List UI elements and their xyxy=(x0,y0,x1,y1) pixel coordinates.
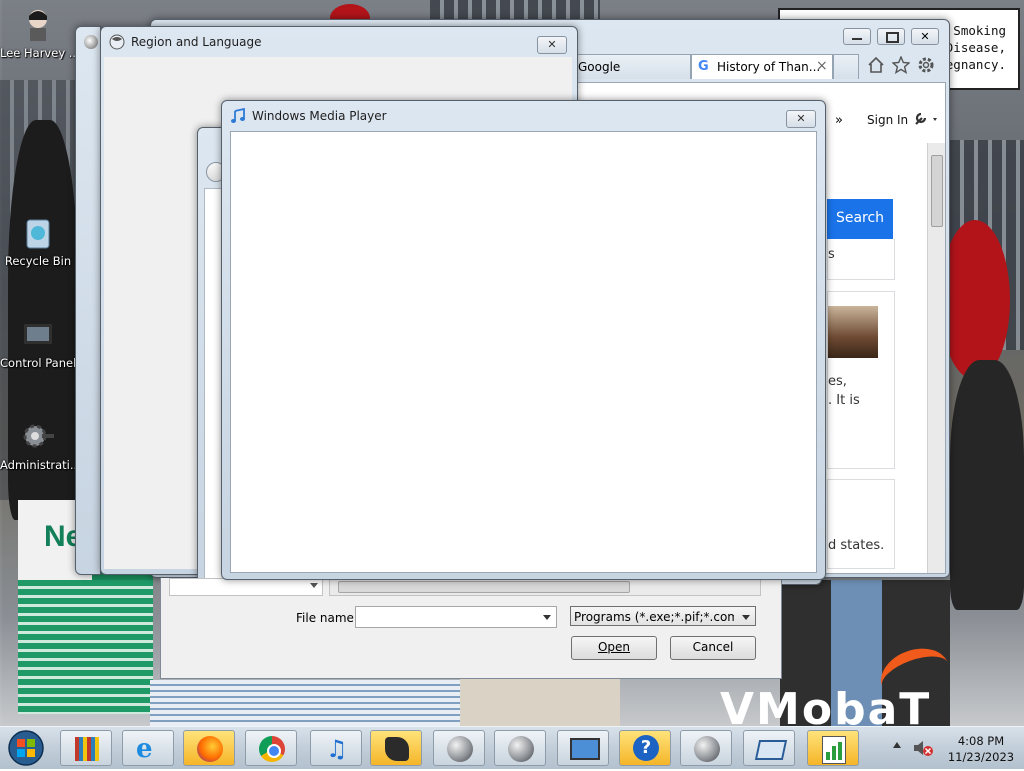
internet-explorer-button[interactable]: e xyxy=(122,730,174,766)
help-icon: ? xyxy=(633,735,659,761)
sign-in-link[interactable]: Sign In xyxy=(867,113,908,127)
globe-icon xyxy=(694,736,720,762)
desktop-icon-lee-harvey[interactable]: Lee Harvey ... xyxy=(0,6,76,60)
clock[interactable]: 4:08 PM 11/23/2023 xyxy=(944,733,1018,765)
chevron-down-icon[interactable] xyxy=(742,615,750,620)
tab-close-icon[interactable]: × xyxy=(816,58,828,74)
library-icon xyxy=(75,737,99,761)
result-card: d states. xyxy=(827,479,895,569)
region-close-button[interactable]: ✕ xyxy=(537,36,567,54)
desktop-icon-control-panel[interactable]: Control Panel xyxy=(0,316,76,370)
cancel-button[interactable]: Cancel xyxy=(670,636,756,660)
region-icon xyxy=(109,34,125,50)
desktop-icon-administrative-tools[interactable]: Administrati... xyxy=(0,418,76,472)
file-name-label: File name: xyxy=(296,611,358,625)
new-tab-button[interactable] xyxy=(833,54,859,79)
app-button-3[interactable] xyxy=(680,730,732,766)
restore-button[interactable] xyxy=(877,28,905,45)
app-button-2[interactable] xyxy=(494,730,546,766)
admin-tools-icon xyxy=(20,418,56,454)
app-button-1[interactable] xyxy=(433,730,485,766)
person-icon xyxy=(20,6,56,42)
minimize-icon xyxy=(852,38,862,40)
music-note-icon: ♫ xyxy=(326,735,348,763)
snippet-text: s xyxy=(828,247,835,262)
open-button[interactable]: Open xyxy=(571,636,657,660)
globe-icon xyxy=(447,736,473,762)
pane-strip xyxy=(169,578,323,596)
taskbar: e ♫ ? 4:08 PM 11/23/2023 xyxy=(0,726,1024,769)
windows-media-player-window: Windows Media Player ✕ xyxy=(221,100,826,580)
region-title: Region and Language xyxy=(131,35,262,49)
chrome-icon xyxy=(259,736,285,762)
paint-icon xyxy=(385,737,409,761)
scrollbar-thumb[interactable] xyxy=(338,581,630,593)
chevron-down-icon[interactable] xyxy=(543,615,551,620)
chart-icon xyxy=(822,736,846,764)
favorites-star-icon[interactable] xyxy=(891,55,911,74)
wmp-title: Windows Media Player xyxy=(252,109,387,123)
gear-icon[interactable] xyxy=(917,56,935,74)
close-icon: ✕ xyxy=(547,38,557,51)
start-button[interactable] xyxy=(4,728,48,768)
clock-date: 11/23/2023 xyxy=(947,750,1015,764)
wmp-titlebar[interactable]: Windows Media Player ✕ xyxy=(222,101,825,129)
close-icon: ✕ xyxy=(920,30,930,43)
wallpaper-speaker xyxy=(950,360,1024,610)
internet-explorer-icon: e xyxy=(136,734,153,764)
home-icon[interactable] xyxy=(867,56,885,74)
search-button[interactable]: Search xyxy=(827,199,893,239)
result-thumbnail[interactable] xyxy=(828,306,878,358)
music-note-icon xyxy=(230,107,246,124)
snippet-text: es, xyxy=(828,374,847,389)
firefox-icon xyxy=(197,736,223,762)
show-hidden-icons-arrow[interactable] xyxy=(893,742,901,748)
paint-button[interactable] xyxy=(370,730,422,766)
vertical-scrollbar[interactable] xyxy=(927,143,945,573)
horizontal-scrollbar[interactable] xyxy=(329,578,761,596)
chrome-button[interactable] xyxy=(245,730,297,766)
wallpaper-boxes xyxy=(150,680,460,726)
window-icon xyxy=(754,740,788,760)
more-commands[interactable]: » xyxy=(835,113,843,128)
tab-history-of-thanksgiving[interactable]: G History of Than... × xyxy=(691,54,833,79)
recycle-bin-icon xyxy=(20,214,56,250)
result-card: es, . It is xyxy=(827,291,895,469)
tab-google[interactable]: Google xyxy=(575,54,691,79)
close-icon: ✕ xyxy=(796,112,806,125)
google-icon: G xyxy=(698,59,709,74)
background-dialog-edge xyxy=(75,26,101,575)
chart-app-button[interactable] xyxy=(807,730,859,766)
open-file-dialog: File name: Programs (*.exe;*.pif;*.com;*… xyxy=(160,578,782,679)
volume-muted-icon[interactable] xyxy=(912,739,934,757)
scrollbar-thumb[interactable] xyxy=(931,155,943,227)
file-type-select[interactable]: Programs (*.exe;*.pif;*.com;*.ba xyxy=(570,606,756,626)
chevron-down-icon[interactable] xyxy=(310,583,318,588)
wallpaper-red-shape xyxy=(940,220,1010,380)
remote-desktop-button[interactable] xyxy=(557,730,609,766)
clock-time: 4:08 PM xyxy=(957,734,1005,748)
globe-icon xyxy=(508,736,534,762)
monitor-icon xyxy=(570,738,600,760)
region-titlebar[interactable]: Region and Language ✕ xyxy=(101,27,577,55)
desktop-icon-recycle-bin[interactable]: Recycle Bin xyxy=(0,214,76,268)
snippet-text: d states. xyxy=(828,538,885,553)
library-button[interactable] xyxy=(60,730,112,766)
wallpaper-figures xyxy=(460,676,620,726)
wmp-content xyxy=(230,131,817,573)
region-icon xyxy=(84,35,98,49)
restore-icon xyxy=(886,32,899,43)
snippet-text: . It is xyxy=(828,393,860,408)
control-panel-icon xyxy=(20,316,56,352)
browser-close-button[interactable]: ✕ xyxy=(911,28,939,45)
firefox-button[interactable] xyxy=(183,730,235,766)
window-button[interactable] xyxy=(743,730,795,766)
help-button[interactable]: ? xyxy=(619,730,671,766)
file-name-input[interactable] xyxy=(355,606,557,628)
tools-wrench-icon[interactable] xyxy=(913,111,941,127)
itunes-button[interactable]: ♫ xyxy=(310,730,362,766)
minimize-button[interactable] xyxy=(843,28,871,45)
wmp-close-button[interactable]: ✕ xyxy=(786,110,816,128)
